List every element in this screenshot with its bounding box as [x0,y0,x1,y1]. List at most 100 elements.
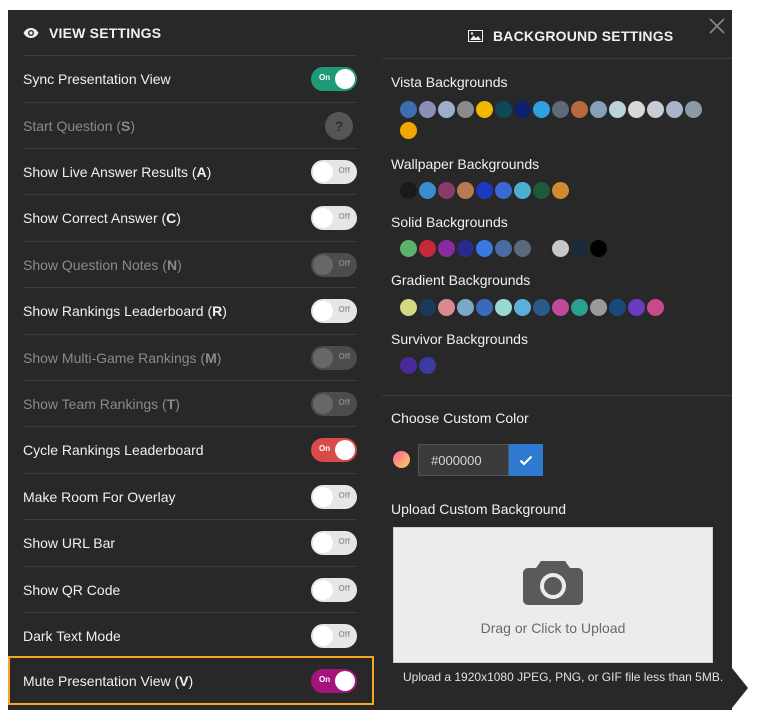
setting-label: Show Multi-Game Rankings (M) [23,350,222,366]
toggle-state-label: Off [338,166,350,175]
upload-dropzone[interactable]: Drag or Click to Upload [393,527,713,663]
background-swatch[interactable] [590,240,607,257]
background-swatch[interactable] [552,240,569,257]
setting-label: Dark Text Mode [23,628,121,644]
background-swatch[interactable] [514,101,531,118]
background-swatch[interactable] [609,299,626,316]
background-swatch[interactable] [495,101,512,118]
background-swatch[interactable] [628,299,645,316]
toggle-knob [313,533,333,553]
view-settings-header: VIEW SETTINGS [23,25,161,41]
toggle-switch[interactable]: Off [311,299,357,323]
background-swatch[interactable] [400,299,417,316]
background-swatch[interactable] [476,299,493,316]
background-swatch[interactable] [457,101,474,118]
toggle-switch[interactable]: Off [311,624,357,648]
toggle-switch[interactable]: Off [311,485,357,509]
background-swatch[interactable] [438,240,455,257]
background-swatch[interactable] [457,182,474,199]
background-swatch[interactable] [590,101,607,118]
close-icon[interactable] [708,17,726,40]
setting-row: Start Question (S)? [23,102,357,149]
background-swatch[interactable] [514,240,531,257]
background-swatch[interactable] [552,299,569,316]
setting-label: Show Correct Answer (C) [23,210,181,226]
background-swatch[interactable] [495,182,512,199]
background-swatch[interactable] [666,101,683,118]
solid-swatches [400,240,720,261]
background-swatch[interactable] [419,182,436,199]
background-swatch[interactable] [571,101,588,118]
view-settings-section: VIEW SETTINGS Sync Presentation View On St… [8,10,374,710]
background-swatch[interactable] [514,299,531,316]
toggle-knob [313,208,333,228]
toggle-switch[interactable]: Off [311,206,357,230]
wallpaper-swatches [400,182,720,203]
background-swatch[interactable] [685,101,702,118]
background-swatch[interactable] [400,357,417,374]
toggle-switch[interactable]: Off [311,578,357,602]
panel-pointer [732,668,748,708]
background-settings-header: BACKGROUND SETTINGS [468,28,673,44]
background-swatch[interactable] [533,299,550,316]
background-swatch[interactable] [438,182,455,199]
setting-row: Show Live Answer Results (A) Off [23,148,357,195]
help-icon[interactable]: ? [325,112,353,140]
background-swatch[interactable] [552,101,569,118]
background-swatch[interactable] [400,122,417,139]
background-swatch[interactable] [533,182,550,199]
toggle-switch[interactable]: Off [311,531,357,555]
background-swatch[interactable] [400,101,417,118]
background-swatch[interactable] [647,101,664,118]
background-swatch[interactable] [590,299,607,316]
setting-row: Show URL Bar Off [23,519,357,566]
background-swatch[interactable] [400,182,417,199]
toggle-state-label: Off [338,398,350,407]
toggle-knob [335,69,355,89]
custom-color-input[interactable]: #000000 [418,444,509,476]
background-swatch[interactable] [514,182,531,199]
background-swatch[interactable] [571,299,588,316]
background-swatch[interactable] [647,299,664,316]
upload-label: Upload Custom Background [391,501,567,517]
background-swatch[interactable] [419,240,436,257]
toggle-state-label: Off [338,630,350,639]
color-picker-swatch[interactable] [393,451,410,468]
vista-swatches [400,101,720,143]
setting-row: Show Question Notes (N) Off [23,241,357,288]
background-swatch[interactable] [476,240,493,257]
toggle-knob [313,487,333,507]
setting-label: Show Team Rankings (T) [23,396,180,412]
background-swatch[interactable] [438,299,455,316]
background-swatch[interactable] [552,182,569,199]
background-swatch[interactable] [476,101,493,118]
background-swatch[interactable] [400,240,417,257]
background-swatch[interactable] [419,101,436,118]
toggle-switch[interactable]: Off [311,160,357,184]
background-swatch[interactable] [476,182,493,199]
background-swatch[interactable] [628,101,645,118]
toggle-knob [313,348,333,368]
setting-label: Make Room For Overlay [23,489,176,505]
background-settings-section: BACKGROUND SETTINGS Vista Backgrounds Wa… [382,10,732,710]
apply-color-button[interactable] [509,444,543,476]
background-swatch[interactable] [457,299,474,316]
background-swatch[interactable] [419,357,436,374]
background-swatch[interactable] [609,101,626,118]
background-swatch[interactable] [495,240,512,257]
settings-panel: VIEW SETTINGS Sync Presentation View On St… [8,10,732,710]
background-swatch[interactable] [457,240,474,257]
background-swatch[interactable] [571,240,588,257]
background-swatch[interactable] [533,240,550,257]
background-swatch[interactable] [438,101,455,118]
toggle-knob [313,162,333,182]
toggle-switch[interactable]: On [311,67,357,91]
toggle-state-label: Off [338,305,350,314]
toggle-state-label: Off [338,352,350,361]
toggle-switch[interactable]: On [311,438,357,462]
background-swatch[interactable] [533,101,550,118]
setting-row: Cycle Rankings Leaderboard On [23,426,357,473]
background-swatch[interactable] [495,299,512,316]
toggle-knob [313,626,333,646]
background-swatch[interactable] [419,299,436,316]
